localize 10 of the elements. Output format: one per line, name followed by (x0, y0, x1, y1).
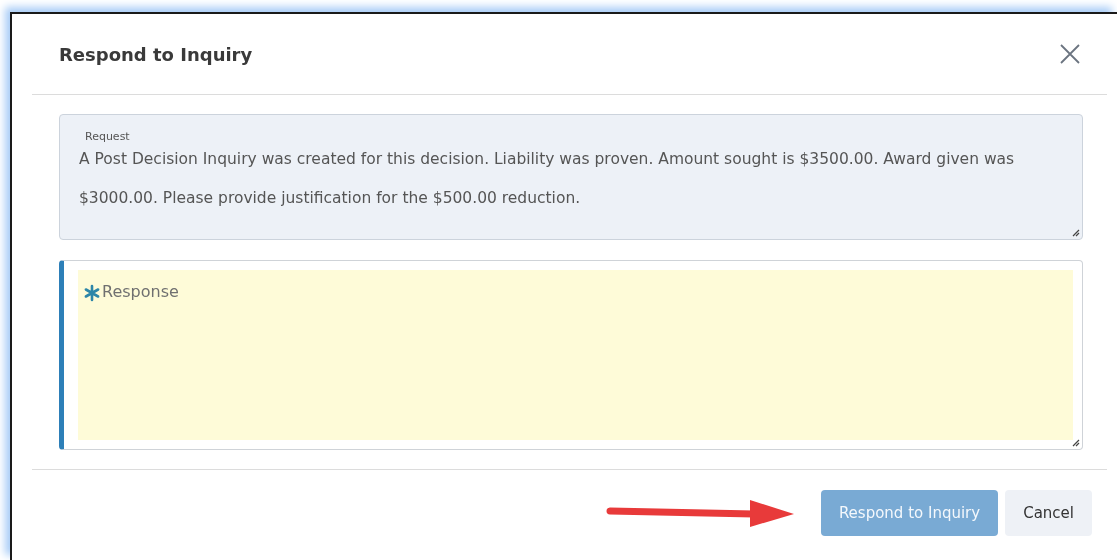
request-field[interactable]: Request A Post Decision Inquiry was created for this decision. Liability was proven. Amount sought is $3500.00. Award given was $3000.00. Please provide justification for the $500.00 reduction. (59, 114, 1083, 240)
response-field[interactable]: Response (59, 260, 1083, 450)
required-asterisk-icon (83, 284, 101, 302)
resize-grip-icon[interactable] (1072, 229, 1080, 237)
cancel-button[interactable]: Cancel (1005, 490, 1092, 536)
dialog-title: Respond to Inquiry (59, 43, 253, 65)
resize-grip-icon[interactable] (1072, 439, 1080, 447)
request-text: A Post Decision Inquiry was created for this decision. Liability was proven. Amount sought is $3500.00. Award given was $3000.00. Please provide justification for the $500.00 reduction. (79, 149, 1016, 209)
close-icon[interactable] (1059, 43, 1081, 65)
request-label: Request (85, 130, 130, 143)
